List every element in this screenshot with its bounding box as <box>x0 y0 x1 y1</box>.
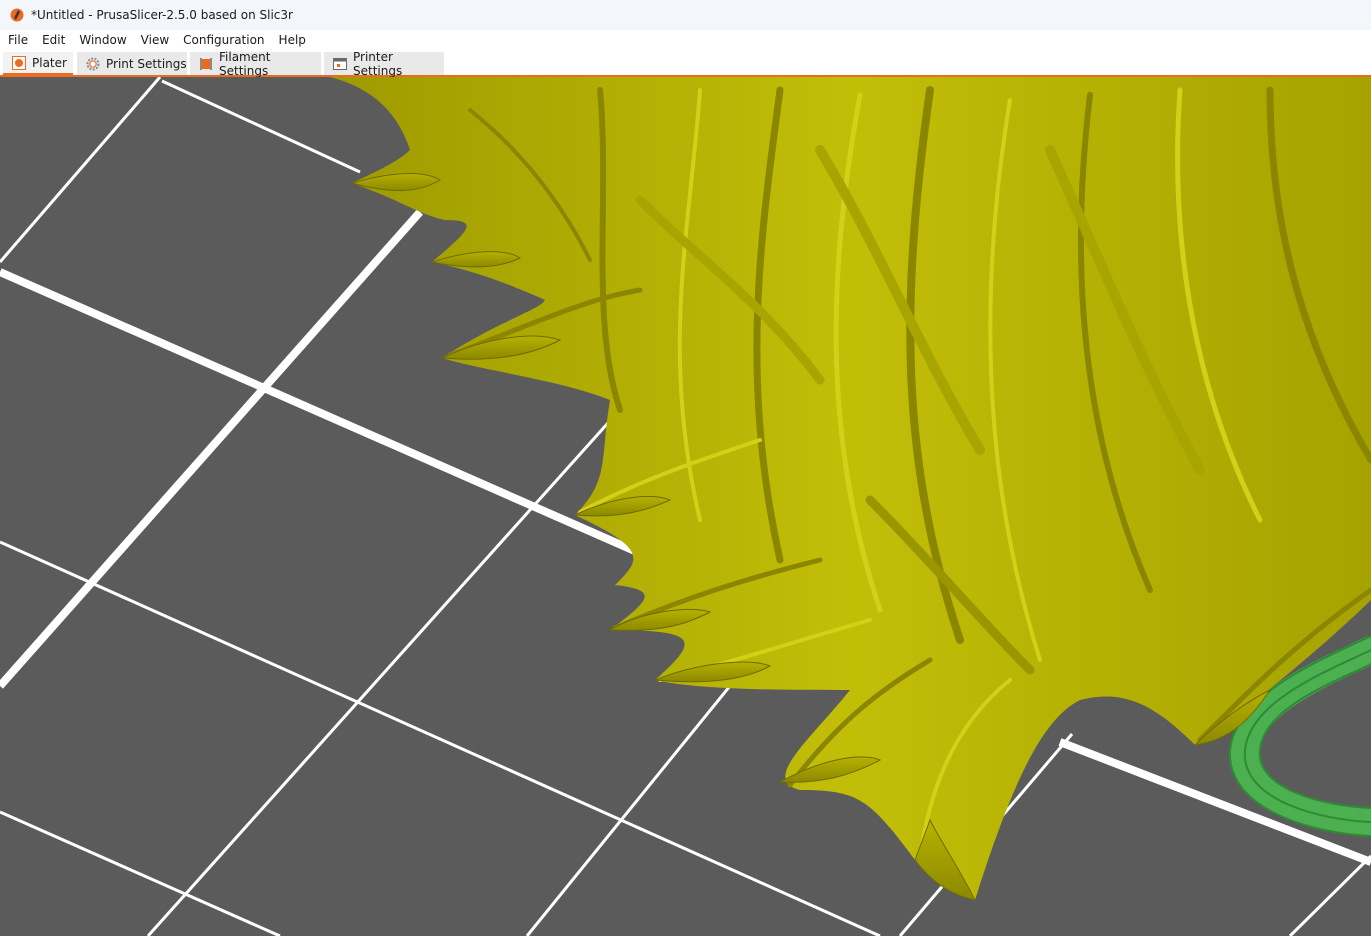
printer-icon <box>333 57 347 71</box>
tab-bar: Plater Print Settings Filament Settings <box>0 49 1371 78</box>
menu-view[interactable]: View <box>134 30 176 50</box>
gear-icon <box>86 57 100 71</box>
title-bar: *Untitled - PrusaSlicer-2.5.0 based on S… <box>0 0 1371 30</box>
tab-printer-settings-label: Printer Settings <box>353 49 403 78</box>
tab-filament-settings-label: Filament Settings <box>219 49 271 78</box>
tab-print-settings[interactable]: Print Settings <box>77 52 187 75</box>
tab-printer-settings[interactable]: Printer Settings <box>324 49 444 78</box>
prusa-slicer-logo-icon <box>9 7 25 23</box>
filament-spool-icon <box>199 57 213 71</box>
viewport-canvas[interactable] <box>0 77 1371 936</box>
menu-help[interactable]: Help <box>272 30 313 50</box>
menu-configuration[interactable]: Configuration <box>176 30 271 50</box>
3d-viewport[interactable] <box>0 77 1371 936</box>
tab-plater-label: Plater <box>32 55 67 70</box>
plater-icon <box>12 55 26 70</box>
tab-filament-settings[interactable]: Filament Settings <box>190 49 321 78</box>
tab-plater[interactable]: Plater <box>3 52 73 75</box>
menu-edit[interactable]: Edit <box>35 30 72 50</box>
menu-bar: File Edit Window View Configuration Help <box>0 30 1371 50</box>
menu-file[interactable]: File <box>0 30 35 50</box>
window-title: *Untitled - PrusaSlicer-2.5.0 based on S… <box>31 8 293 22</box>
menu-window[interactable]: Window <box>72 30 133 50</box>
tab-print-settings-label: Print Settings <box>106 56 187 71</box>
